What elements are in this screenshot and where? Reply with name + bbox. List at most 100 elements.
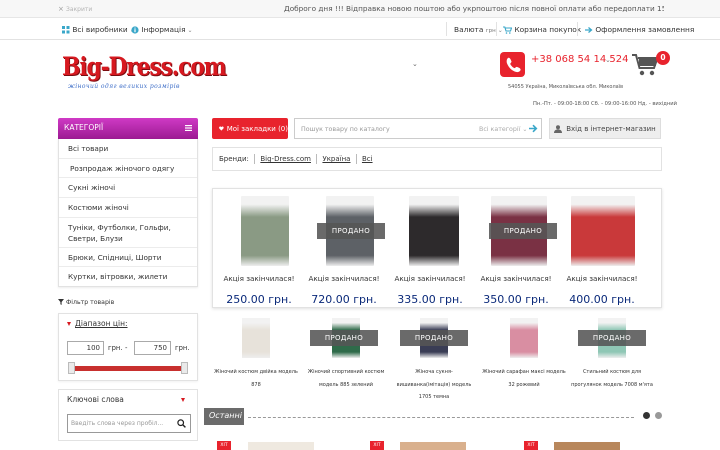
related-products: Жіночий костюм двійка модель 878 ПРОДАНО…: [212, 312, 662, 400]
search-input[interactable]: Пошук товару по каталогу: [301, 126, 390, 133]
chevron-down-icon[interactable]: ⌄: [412, 60, 418, 68]
keywords-placeholder: Введіть слова через пробіл...: [71, 420, 164, 427]
product-image[interactable]: [400, 442, 466, 450]
carousel-dot-active[interactable]: [643, 412, 650, 419]
brand-link[interactable]: Big-Dress.com: [260, 155, 311, 163]
caret-down-icon: [181, 398, 185, 402]
product-image[interactable]: [510, 318, 538, 358]
nav-checkout[interactable]: Оформлення замовлення: [585, 25, 694, 34]
heart-icon: [219, 126, 224, 131]
product-card[interactable]: ПРОДАНО Жіночий спортивний костюм модель…: [302, 312, 390, 400]
categories-header[interactable]: КАТЕГОРІЇ: [58, 118, 198, 139]
bookmarks-label: Мої закладки (0): [226, 124, 288, 133]
price-filter-title[interactable]: Діапазон цін:: [75, 319, 128, 328]
categories-title: КАТЕГОРІЇ: [64, 123, 104, 132]
product-image[interactable]: [241, 196, 289, 266]
keywords-title[interactable]: Ключові слова: [67, 395, 124, 404]
nav-manufacturers[interactable]: Всі виробники⌄: [62, 25, 135, 34]
product-price: 720.00 грн.: [311, 293, 377, 306]
product-name[interactable]: Жіночий костюм двійка модель 878: [212, 366, 300, 391]
product-card[interactable]: Жіночий сарафан максі модель 32 рожевий: [480, 312, 568, 400]
chevron-down-icon[interactable]: ⌄: [605, 56, 611, 64]
product-card[interactable]: Акція закінчилася! 250.00 грн.: [216, 189, 302, 307]
category-item[interactable]: Куртки, вітровки, жилети: [59, 267, 197, 286]
logo-text: Big-Dress.com: [62, 52, 227, 82]
filter-title-label: Фільтр товарів: [65, 299, 115, 306]
product-name[interactable]: Жіночий спортивний костюм модель 885 зел…: [302, 366, 390, 391]
filter-title: Фільтр товарів: [58, 299, 114, 306]
product-card[interactable]: ПРОДАНО Акція закінчилася! 350.00 грн.: [473, 189, 559, 307]
product-image[interactable]: [248, 442, 314, 450]
search-category-select[interactable]: Всі категорії ⌄: [479, 126, 527, 133]
user-icon: [554, 124, 563, 133]
promo-label: Акція закінчилася!: [394, 274, 466, 283]
category-item[interactable]: Костюми жіночі: [59, 198, 197, 218]
product-image[interactable]: [571, 196, 635, 266]
product-name[interactable]: Стильний костюм для прогулянок модель 70…: [568, 366, 656, 391]
divider: [316, 154, 318, 164]
carousel-dot[interactable]: [655, 412, 662, 419]
chevron-down-icon: ⌄: [187, 27, 193, 34]
product-price: 335.00 грн.: [397, 293, 463, 306]
price-slider-track[interactable]: [72, 366, 185, 371]
category-item[interactable]: Розпродаж жіночого одягу: [59, 159, 197, 178]
chevron-down-icon: ⌄: [497, 27, 503, 34]
close-icon[interactable]: ×: [58, 5, 64, 13]
phone-number[interactable]: +38 068 54 14 524: [531, 54, 628, 65]
category-item[interactable]: Сукні жіночі: [59, 178, 197, 198]
announcement-bar: × Закрити Доброго дня !!! Відправка ново…: [0, 0, 720, 18]
currency-value: грн: [485, 28, 496, 34]
currency-label: грн.: [108, 344, 123, 352]
grid-icon: [62, 26, 70, 34]
sold-badge: ПРОДАНО: [578, 330, 646, 346]
product-name[interactable]: Жіночий сарафан максі модель 32 рожевий: [480, 366, 568, 391]
sold-badge: ПРОДАНО: [310, 330, 378, 346]
nav-info-label: Інформація: [141, 25, 186, 34]
nav-info[interactable]: Інформація ⌄: [131, 25, 193, 34]
login-button[interactable]: Вхід в інтернет-магазин: [549, 118, 661, 139]
promo-label: Акція закінчилася!: [223, 274, 295, 283]
price-slider-max-handle[interactable]: [181, 362, 188, 374]
product-card[interactable]: Жіночий костюм двійка модель 878: [212, 312, 300, 400]
search-icon[interactable]: [177, 419, 186, 428]
country-link[interactable]: Україна: [322, 155, 350, 163]
promo-label: Акція закінчилася!: [480, 274, 552, 283]
keywords-input[interactable]: Введіть слова через пробіл...: [67, 414, 191, 433]
currency-label: грн.: [175, 344, 190, 352]
cart-count-badge: 0: [656, 51, 670, 65]
brands-label: Бренди:: [219, 155, 249, 163]
product-card[interactable]: ПРОДАНО Жіноча сукня-вишиванка(імітація)…: [390, 312, 478, 400]
price-slider-min-handle[interactable]: [68, 362, 75, 374]
category-item[interactable]: Брюки, Спідниці, Шорти: [59, 248, 197, 267]
product-image[interactable]: [554, 442, 620, 450]
divider: [248, 417, 634, 418]
close-label[interactable]: Закрити: [66, 6, 92, 13]
product-image[interactable]: [242, 318, 270, 358]
product-image[interactable]: [409, 196, 459, 266]
product-card[interactable]: ПРОДАНО Стильний костюм для прогулянок м…: [568, 312, 656, 400]
category-item[interactable]: Туніки, Футболки, Гольфи, Светри, Блузи: [59, 218, 197, 248]
phone-icon: [500, 52, 525, 77]
nav-cart-label: Корзина покупок: [514, 25, 582, 34]
divider: [577, 22, 578, 36]
bookmarks-button[interactable]: Мої закладки (0): [212, 118, 288, 139]
filter-icon: [58, 299, 64, 305]
price-min-input[interactable]: 100: [67, 341, 104, 355]
nav-cart[interactable]: Корзина покупок: [503, 25, 581, 34]
category-item[interactable]: Всі товари: [59, 139, 197, 159]
hit-badge: ХІТ: [370, 441, 384, 450]
arrow-right-icon: [585, 27, 593, 33]
all-link[interactable]: Всі: [362, 155, 373, 163]
product-card[interactable]: ПРОДАНО Акція закінчилася! 720.00 грн.: [301, 189, 387, 307]
site-logo[interactable]: Big-Dress.com жіночий одяг великих розмі…: [62, 52, 227, 96]
arrow-right-icon[interactable]: [528, 123, 539, 134]
product-price: 400.00 грн.: [569, 293, 635, 306]
product-card[interactable]: Акція закінчилася! 400.00 грн.: [559, 189, 645, 307]
product-name[interactable]: Жіноча сукня-вишиванка(імітація) модель …: [390, 366, 478, 404]
working-hours: Пн.-Пт. - 09:00-18:00 Сб. - 09:00-16:00 …: [533, 101, 678, 107]
divider: [446, 22, 447, 36]
section-title: Останні: [204, 408, 244, 425]
chevron-down-icon: ⌄: [522, 126, 528, 133]
price-max-input[interactable]: 750: [134, 341, 171, 355]
product-card[interactable]: Акція закінчилася! 335.00 грн.: [387, 189, 473, 307]
